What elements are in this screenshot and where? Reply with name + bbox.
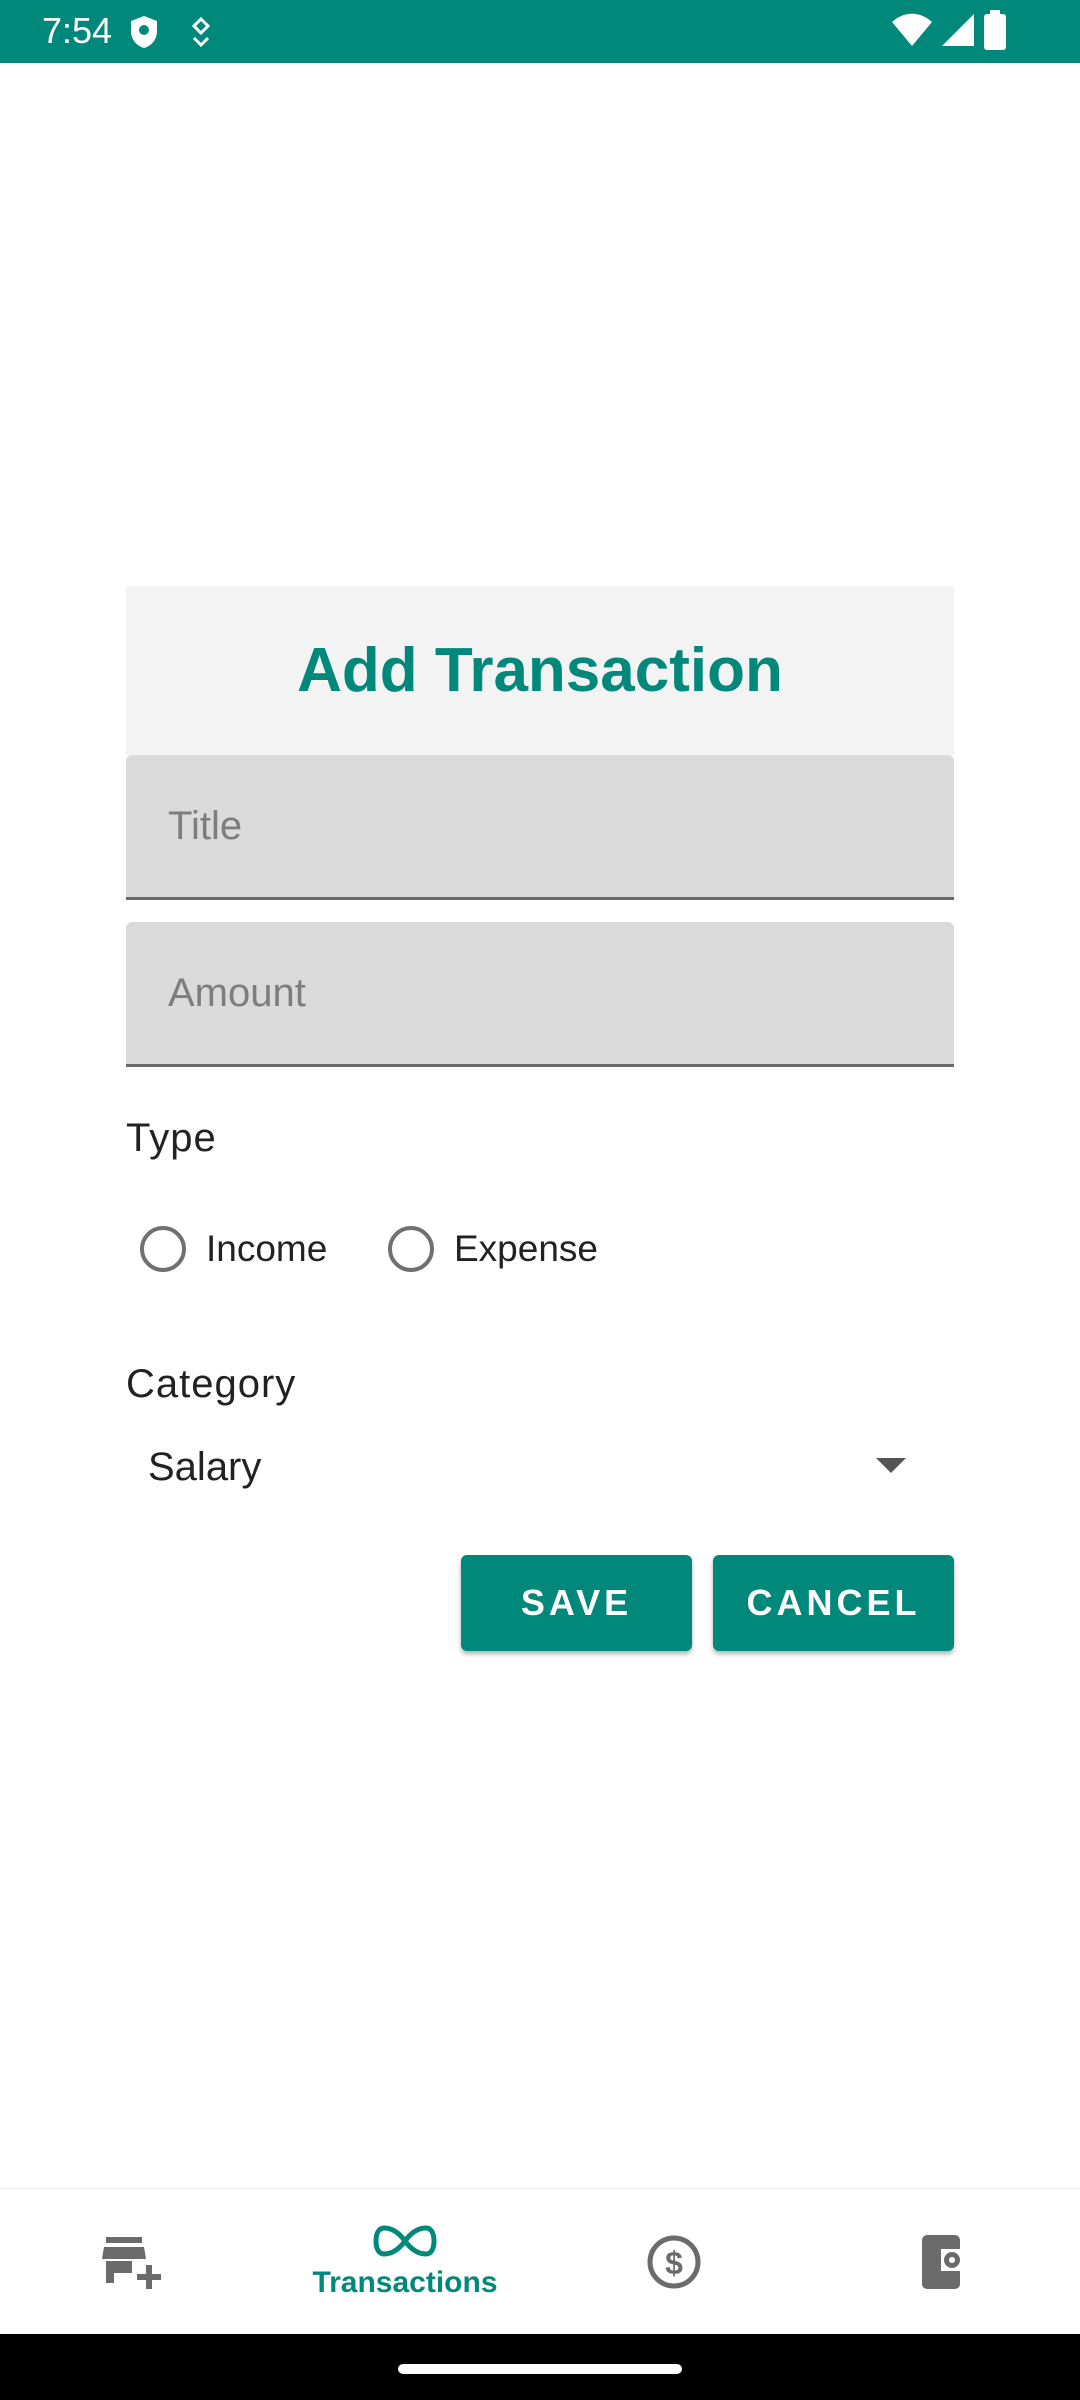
category-value: Salary (148, 1445, 262, 1489)
home-gesture-handle[interactable] (398, 2364, 682, 2374)
gesture-navigation-bar (0, 2334, 1080, 2400)
dollar-circle-icon: $ (647, 2235, 701, 2289)
dialog-title: Add Transaction (297, 636, 783, 705)
add-store-icon (102, 2237, 161, 2289)
title-input[interactable] (126, 755, 954, 897)
dropdown-arrow-icon[interactable] (876, 1458, 906, 1473)
title-field[interactable] (126, 755, 954, 900)
amount-input[interactable] (126, 922, 954, 1064)
category-spinner[interactable]: Salary (126, 1432, 954, 1502)
signal-icon (942, 14, 974, 46)
nav-label-transactions: Transactions (312, 2266, 498, 2299)
phone-settings-icon (922, 2235, 963, 2289)
status-bar: 7:54 (0, 0, 1080, 63)
amount-field[interactable] (126, 922, 954, 1067)
expense-radio[interactable]: Expense (388, 1226, 598, 1272)
shield-icon (131, 16, 157, 48)
nav-item-transactions[interactable]: Transactions (290, 2189, 520, 2335)
infinity-icon (373, 2225, 437, 2257)
nav-item-money[interactable]: $ (624, 2189, 724, 2335)
battery-icon (984, 10, 1006, 50)
status-time: 7:54 (42, 10, 113, 51)
notification-icon (191, 16, 211, 48)
cancel-button[interactable]: CANCEL (713, 1555, 954, 1651)
income-radio-label: Income (206, 1228, 328, 1269)
bottom-navigation: Transactions $ (0, 2188, 1080, 2335)
dialog-header: Add Transaction (126, 586, 954, 755)
category-label: Category (126, 1362, 297, 1406)
save-button[interactable]: SAVE (461, 1555, 692, 1651)
expense-radio-circle[interactable] (388, 1226, 434, 1272)
income-radio[interactable]: Income (140, 1226, 327, 1272)
wifi-icon (892, 13, 932, 46)
income-radio-circle[interactable] (140, 1226, 186, 1272)
type-label: Type (126, 1116, 217, 1160)
svg-text:$: $ (665, 2245, 683, 2281)
nav-item-settings[interactable] (894, 2189, 994, 2335)
nav-item-add-store[interactable] (82, 2189, 182, 2335)
expense-radio-label: Expense (454, 1228, 598, 1269)
